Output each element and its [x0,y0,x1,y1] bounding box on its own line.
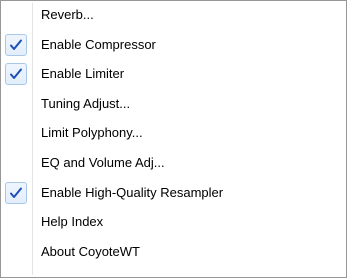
context-menu: Reverb... Enable Compressor Enable Limit… [0,0,347,278]
checkmark-icon [5,63,27,85]
menu-item-enable-compressor[interactable]: Enable Compressor [3,33,344,57]
menu-item-eq-and-volume-adj[interactable]: EQ and Volume Adj... [3,151,344,175]
menu-item-about-coyotewt[interactable]: About CoyoteWT [3,240,344,264]
menu-item-tuning-adjust[interactable]: Tuning Adjust... [3,92,344,116]
menu-item-enable-high-quality-resampler[interactable]: Enable High-Quality Resampler [3,181,344,205]
checkmark-icon [5,182,27,204]
menu-item-label: EQ and Volume Adj... [41,155,165,170]
menu-item-reverb[interactable]: Reverb... [3,3,344,27]
menu-item-label: Enable Compressor [41,37,156,52]
menu-item-limit-polyphony[interactable]: Limit Polyphony... [3,121,344,145]
checkmark-icon [5,34,27,56]
menu-item-label: About CoyoteWT [41,244,140,259]
menu-item-label: Enable Limiter [41,66,125,81]
menu-item-label: Tuning Adjust... [41,96,131,111]
menu-item-help-index[interactable]: Help Index [3,210,344,234]
menu-item-label: Help Index [41,214,104,229]
menu-item-label: Enable High-Quality Resampler [41,185,224,200]
menu-item-label: Limit Polyphony... [41,125,143,140]
menu-item-enable-limiter[interactable]: Enable Limiter [3,62,344,86]
menu-item-label: Reverb... [41,7,94,22]
